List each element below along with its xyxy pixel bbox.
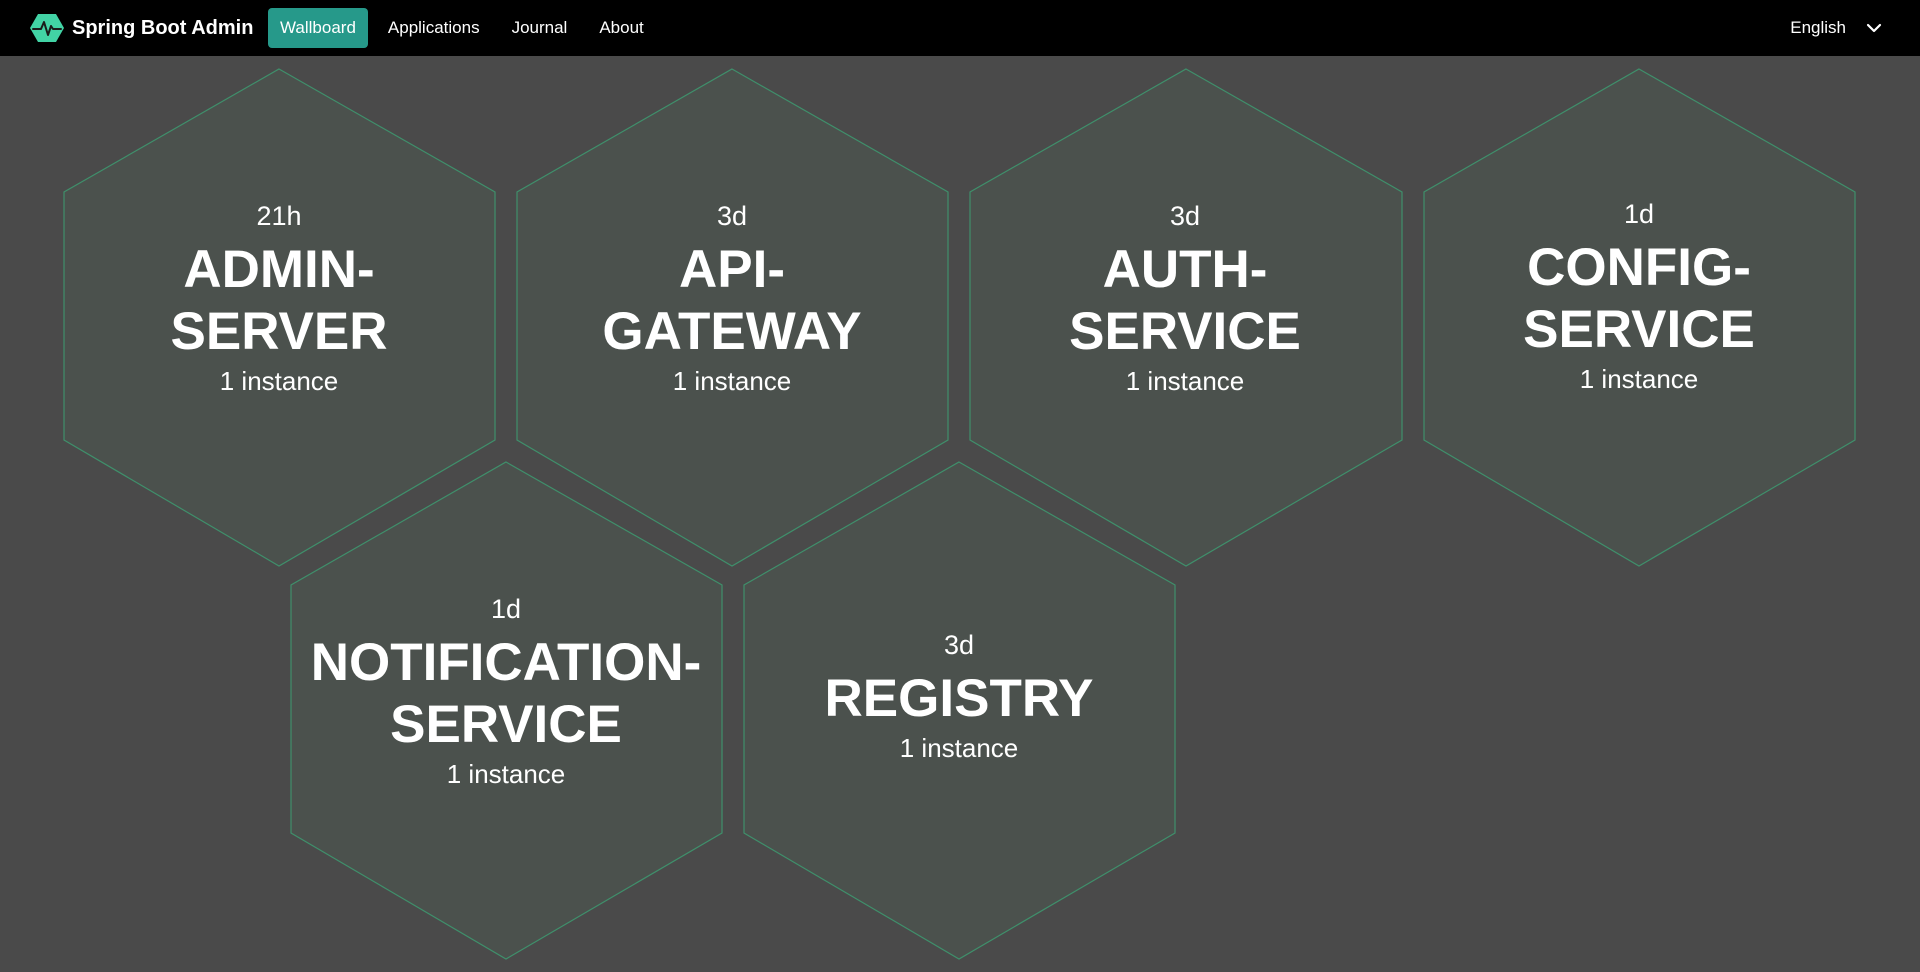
app-hex-notification-service[interactable] — [290, 461, 723, 960]
nav-item-wallboard[interactable]: Wallboard — [268, 8, 368, 48]
language-label: English — [1790, 18, 1846, 37]
top-navbar: Spring Boot Admin Wallboard Applications… — [0, 0, 1920, 56]
wallboard: 21h ADMIN- SERVER 1 instance 3d API- GAT… — [0, 56, 1920, 972]
language-selector[interactable]: English — [1790, 0, 1882, 56]
brand-title: Spring Boot Admin — [72, 16, 254, 39]
app-hex-registry[interactable] — [743, 461, 1176, 960]
nav-item-about[interactable]: About — [587, 8, 655, 48]
app-hex-admin-server[interactable] — [63, 68, 496, 567]
nav-item-applications[interactable]: Applications — [376, 8, 492, 48]
brand-link[interactable]: Spring Boot Admin — [30, 0, 253, 56]
app-hex-config-service[interactable] — [1423, 68, 1856, 567]
main-nav: Wallboard Applications Journal About — [268, 8, 664, 48]
app-hex-api-gateway[interactable] — [516, 68, 949, 567]
nav-item-journal[interactable]: Journal — [500, 8, 580, 48]
app-hex-auth-service[interactable] — [969, 68, 1403, 567]
chevron-down-icon — [1866, 23, 1882, 33]
heartbeat-logo-icon — [30, 14, 64, 42]
hex-grid — [63, 68, 1856, 960]
